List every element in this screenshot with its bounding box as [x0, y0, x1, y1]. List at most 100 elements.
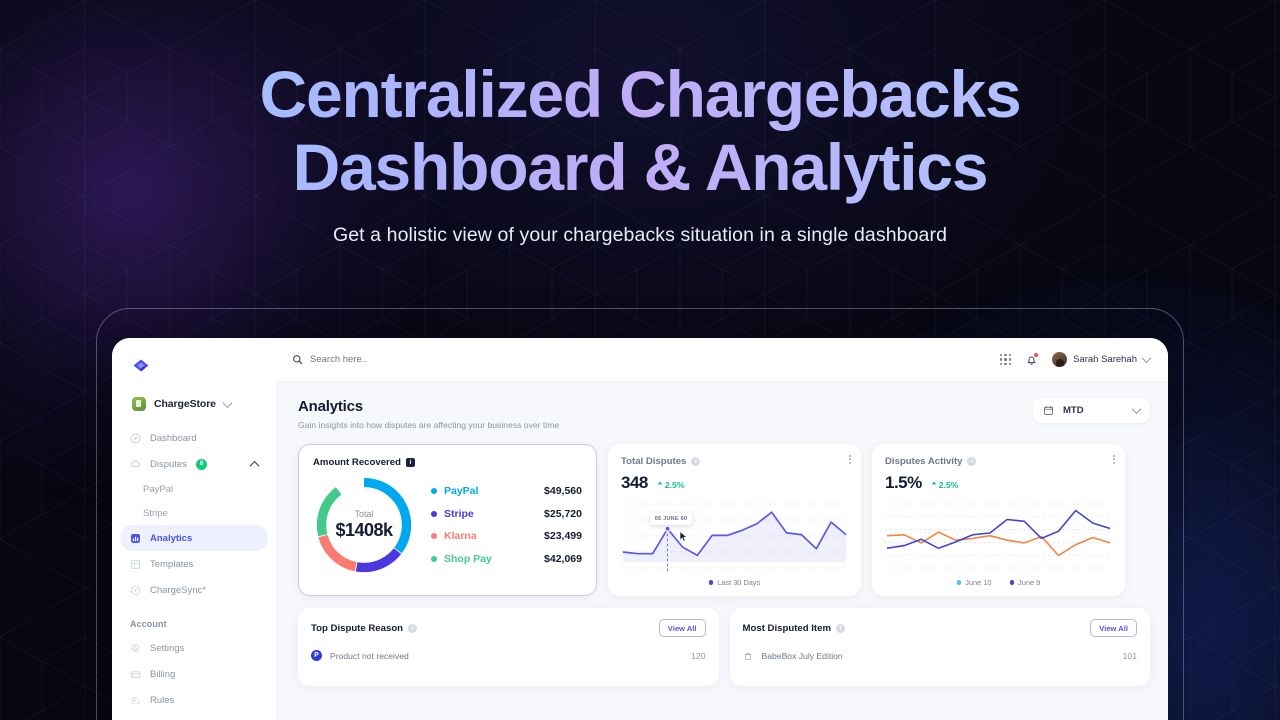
sidebar-item-stripe[interactable]: Stripe [112, 501, 276, 525]
sidebar-item-label: Rules [150, 694, 175, 706]
sidebar-item-label: Dashboard [150, 432, 197, 444]
chevron-down-icon [1131, 404, 1142, 415]
stat-headline: 1.5% 2.5% [885, 473, 1112, 493]
sidebar-item-label: Settings [150, 642, 185, 654]
legend-row: Shop Pay $42,069 [431, 548, 582, 571]
sidebar-item-billing[interactable]: Billing [120, 661, 268, 687]
sidebar-item-chargesync[interactable]: ChargeSync* [120, 577, 268, 603]
gear-icon [130, 643, 140, 652]
page-subtitle: Gain insights into how disputes are affe… [298, 420, 560, 430]
disputes-count-badge: 8 [195, 458, 207, 470]
card-title: Amount Recovered i [313, 457, 582, 468]
mouse-cursor-icon [680, 530, 688, 542]
legend-label: Shop Pay [444, 552, 492, 565]
hero-text-block: Centralized Chargebacks Dashboard & Anal… [0, 58, 1280, 247]
card-header: Top Dispute Reason i View All [311, 619, 706, 637]
chevron-down-icon [222, 397, 233, 408]
list-item-count: 101 [1122, 650, 1137, 661]
delta-text: 2.5% [938, 479, 959, 490]
top-bar: Sarah Sarehah [276, 338, 1168, 382]
sidebar-item-disputes[interactable]: Disputes 8 [120, 451, 268, 477]
disputes-activity-card: Disputes Activity i 1.5% 2.5% June 10 Ju… [872, 444, 1125, 596]
legend-item: June 9 [1009, 578, 1041, 587]
top-dispute-reason-card: Top Dispute Reason i View All P Product … [298, 608, 719, 686]
disputes-activity-delta: 2.5% [931, 479, 959, 490]
chart-legend: Last 30 Days [621, 578, 848, 587]
sidebar-item-rules[interactable]: Rules [120, 687, 268, 713]
hero-subtitle: Get a holistic view of your chargebacks … [332, 224, 948, 246]
info-icon[interactable]: i [691, 457, 701, 466]
legend-dot [956, 580, 962, 585]
list-item-label: BabeBox July Edition [761, 650, 843, 661]
info-icon[interactable]: i [408, 623, 418, 633]
card-title: Most Disputed Item i [743, 623, 845, 634]
delta-text: 2.5% [664, 479, 685, 490]
info-icon[interactable]: i [405, 458, 415, 467]
card-title: Disputes Activity i [885, 456, 1112, 467]
legend-label: Klarna [444, 530, 477, 543]
legend-row: Klarna $23,499 [431, 525, 582, 548]
cloud-icon [130, 460, 141, 467]
list-item[interactable]: P Product not received 120 [311, 650, 706, 661]
apps-grid-icon[interactable] [999, 353, 1012, 366]
legend-value: $23,499 [544, 530, 582, 543]
legend-dot [708, 580, 714, 585]
top-bar-actions: Sarah Sarehah [999, 352, 1152, 367]
view-all-button[interactable]: View All [1090, 619, 1137, 637]
bar-chart-icon [131, 533, 140, 543]
legend-row: PayPal $49,560 [431, 480, 582, 503]
legend-dot [431, 488, 437, 495]
store-name: ChargeStore [154, 398, 216, 410]
info-icon[interactable]: i [967, 457, 977, 466]
sidebar-section-account: Account [130, 619, 167, 629]
user-menu[interactable]: Sarah Sarehah [1052, 352, 1152, 367]
sidebar-item-dashboard[interactable]: Dashboard [120, 425, 268, 451]
arrow-up-icon [657, 481, 663, 485]
stat-headline: 348 2.5% [621, 473, 848, 493]
donut-legend: PayPal $49,560 Stripe $25,720 Klarna $23,499 S… [431, 480, 582, 570]
card-menu-icon[interactable] [1113, 455, 1115, 464]
legend-label: June 10 [965, 578, 992, 587]
donut-chart: Total $1408k [313, 474, 415, 576]
most-disputed-item-card: Most Disputed Item i View All BabeBox Ju… [729, 608, 1150, 686]
notification-dot [1034, 352, 1039, 357]
search-input[interactable] [310, 354, 490, 365]
card-title-text: Disputes Activity [885, 456, 963, 467]
compass-icon [130, 433, 141, 443]
chart-tooltip: 05 JUNE 60 [649, 512, 693, 525]
notifications-bell-icon[interactable] [1025, 352, 1039, 367]
sidebar-nav: Dashboard Disputes 8 PayPal Stripe Analy… [112, 425, 276, 713]
page-header: Analytics Gain insights into how dispute… [276, 382, 1168, 430]
card-title-text: Amount Recovered [313, 457, 401, 468]
legend-row: Stripe $25,720 [431, 503, 582, 526]
donut-total-value: $1408k [335, 520, 393, 540]
search-box[interactable] [292, 354, 490, 365]
card-menu-icon[interactable] [849, 455, 851, 464]
hero-title-line-1: Centralized Chargebacks [0, 58, 1280, 131]
sidebar-item-settings[interactable]: Settings [120, 635, 268, 661]
sidebar-item-label: Disputes [150, 458, 187, 470]
view-all-button[interactable]: View All [658, 619, 706, 637]
total-disputes-value: 348 [621, 473, 648, 492]
brand-logo-icon[interactable] [132, 358, 150, 376]
legend-label: June 9 [1018, 578, 1041, 587]
card-title-text: Top Dispute Reason [311, 622, 404, 634]
legend-dot [431, 510, 437, 517]
date-range-select[interactable]: MTD [1033, 398, 1150, 423]
legend-value: $42,069 [544, 552, 582, 565]
list-item[interactable]: BabeBox July Edition 101 [743, 650, 1137, 661]
chevron-up-icon[interactable] [249, 460, 260, 471]
legend-dot [431, 533, 437, 540]
sidebar-item-analytics[interactable]: Analytics [120, 525, 268, 551]
chart-legend: June 10 June 9 [885, 578, 1112, 587]
total-disputes-card: Total Disputes i 348 2.5% 05 JUNE 60 Las… [608, 444, 861, 596]
store-switcher[interactable]: ChargeStore [132, 397, 276, 411]
legend-item: June 10 [956, 578, 992, 587]
template-icon [130, 559, 141, 569]
card-title: Total Disputes i [621, 456, 848, 467]
sidebar-item-templates[interactable]: Templates [120, 551, 268, 577]
legend-label: Stripe [444, 507, 474, 520]
info-icon[interactable]: i [835, 623, 845, 633]
legend-item: Last 30 Days [708, 578, 760, 587]
sidebar-item-paypal[interactable]: PayPal [112, 477, 276, 501]
